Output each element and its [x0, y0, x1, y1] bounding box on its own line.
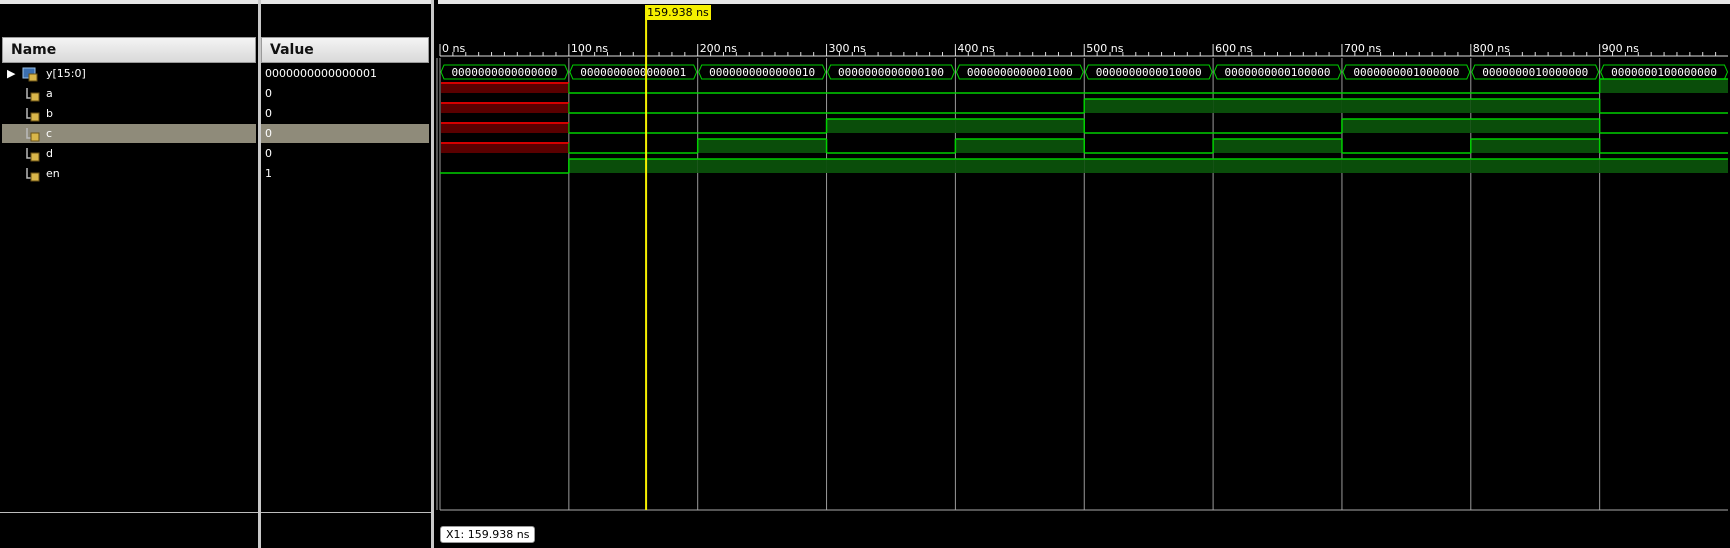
- bus-value-label: 0000000000000001: [580, 66, 686, 79]
- high-level: [697, 139, 827, 153]
- bit-wave-c[interactable]: [441, 118, 1728, 134]
- signal-name-c[interactable]: c: [46, 125, 52, 143]
- signal-value-d: 0: [265, 147, 272, 160]
- bus-value-label: 0000000001000000: [1353, 66, 1459, 79]
- high-level: [1470, 159, 1600, 173]
- bit-wave-d[interactable]: [441, 138, 1728, 154]
- high-level: [1213, 139, 1342, 153]
- signal-name-y150[interactable]: y[15:0]: [46, 65, 86, 83]
- high-level: [1470, 139, 1600, 153]
- value-column-header[interactable]: Value: [261, 37, 429, 63]
- bus-icon: [22, 67, 38, 82]
- bus-value-label: 0000000000010000: [1096, 66, 1202, 79]
- high-level: [955, 159, 1085, 173]
- signal-icon: [26, 148, 40, 162]
- tick-label: 100 ns: [571, 42, 608, 55]
- name-column-header[interactable]: Name: [2, 37, 256, 63]
- high-level: [1599, 159, 1728, 173]
- tick-label: 700 ns: [1344, 42, 1381, 55]
- cursor-time-label[interactable]: 159.938 ns: [645, 5, 711, 20]
- tick-label: 200 ns: [700, 42, 737, 55]
- value-panel-toolbar: [261, 0, 431, 4]
- tick-label: 900 ns: [1602, 42, 1639, 55]
- high-level: [1341, 119, 1471, 133]
- bus-value-label: 0000000000100000: [1225, 66, 1331, 79]
- value-panel-divider: [261, 512, 431, 513]
- bus-value-label: 0000000010000000: [1482, 66, 1588, 79]
- bus-value-label: 0000000100000000: [1611, 66, 1717, 79]
- waveform-canvas[interactable]: 0 ns 100 ns 200 ns 300 ns 400 ns 500 ns 600 ns…: [434, 0, 1730, 548]
- signal-name-panel: Name ▶ y[15:0] a b c d en: [0, 0, 258, 548]
- signal-icon: [26, 108, 40, 122]
- unknown-state: [441, 123, 569, 133]
- signal-value-en: 1: [265, 167, 272, 180]
- signal-name-en[interactable]: en: [46, 165, 60, 183]
- name-panel-divider: [0, 512, 258, 513]
- high-level: [1599, 79, 1728, 93]
- signal-name-a[interactable]: a: [46, 85, 53, 103]
- high-level: [1213, 99, 1342, 113]
- high-level: [568, 159, 698, 173]
- high-level: [955, 119, 1085, 133]
- bus-value-label: 0000000000000010: [709, 66, 815, 79]
- bus-value-label: 0000000000000000: [451, 66, 557, 79]
- unknown-state: [441, 83, 569, 93]
- high-level: [1084, 99, 1214, 113]
- signal-name-b[interactable]: b: [46, 105, 53, 123]
- high-level: [1213, 159, 1342, 173]
- signal-icon: [26, 128, 40, 142]
- signal-value-c: 0: [265, 127, 272, 140]
- cursor-readout: X1: 159.938 ns: [440, 526, 536, 543]
- timeline-ruler[interactable]: 0 ns 100 ns 200 ns 300 ns 400 ns 500 ns 600 ns…: [439, 42, 1728, 57]
- high-level: [697, 159, 827, 173]
- signal-value-a: 0: [265, 87, 272, 100]
- high-level: [1470, 119, 1600, 133]
- selected-row-highlight: [2, 124, 256, 143]
- high-level: [1084, 159, 1214, 173]
- signal-value-y150: 0000000000000001: [265, 67, 377, 80]
- high-level: [1470, 99, 1600, 113]
- bus-value-label: 0000000000001000: [967, 66, 1073, 79]
- unknown-state: [441, 143, 569, 153]
- name-panel-toolbar: [0, 0, 258, 4]
- tick-label: 300 ns: [829, 42, 866, 55]
- signal-icon: [26, 88, 40, 102]
- tick-label: 800 ns: [1473, 42, 1510, 55]
- tick-label: 0 ns: [442, 42, 465, 55]
- high-level: [1341, 159, 1471, 173]
- signal-value-b: 0: [265, 107, 272, 120]
- expand-arrow-icon[interactable]: ▶: [7, 67, 15, 80]
- bus-value-label: 0000000000000100: [838, 66, 944, 79]
- tick-label: 400 ns: [957, 42, 994, 55]
- high-level: [826, 159, 956, 173]
- high-level: [1341, 99, 1471, 113]
- signal-name-d[interactable]: d: [46, 145, 53, 163]
- tick-label: 600 ns: [1215, 42, 1252, 55]
- unknown-state: [441, 103, 569, 113]
- signal-value-panel: Value 0000000000000001 0 0 0 0 1: [261, 0, 431, 548]
- bit-wave-en[interactable]: [440, 158, 1728, 174]
- signal-icon: [26, 168, 40, 182]
- selected-row-highlight: [261, 124, 429, 143]
- high-level: [955, 139, 1085, 153]
- high-level: [826, 119, 956, 133]
- tick-label: 500 ns: [1086, 42, 1123, 55]
- bit-wave-b[interactable]: [441, 98, 1728, 114]
